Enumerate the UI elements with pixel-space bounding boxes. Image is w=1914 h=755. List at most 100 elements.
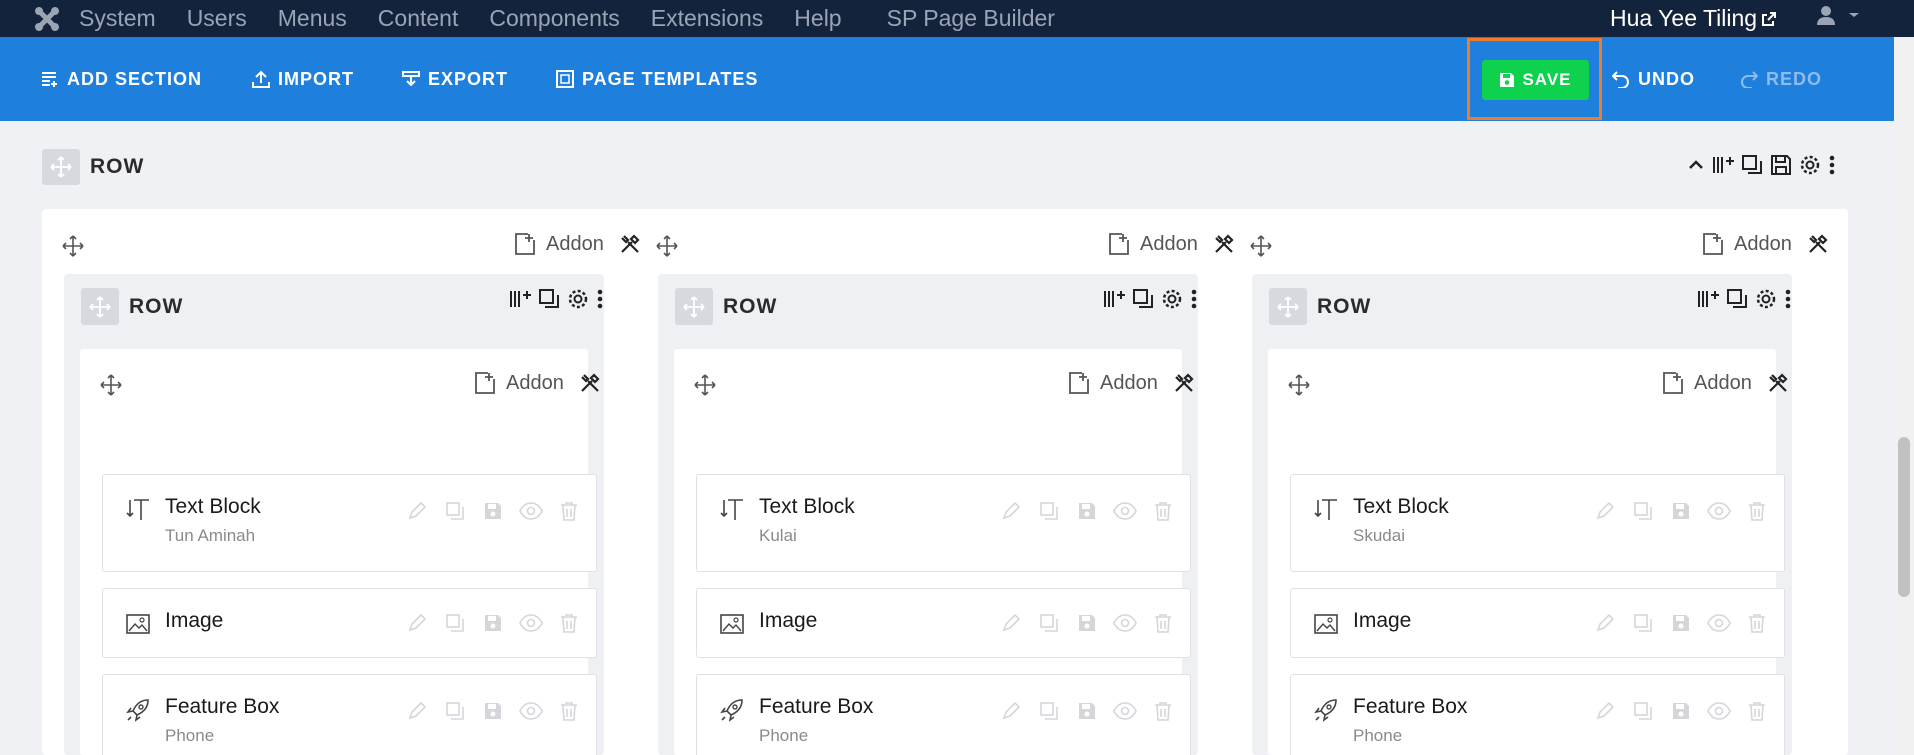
addon-item-image[interactable]: Image [102,588,597,658]
save-addon-icon[interactable] [1068,613,1106,633]
menu-menus[interactable]: Menus [278,0,347,37]
column-move-handle[interactable] [656,235,678,262]
row-settings-gear-icon[interactable] [1161,288,1183,310]
duplicate-addon-icon[interactable] [436,501,474,521]
delete-trash-icon[interactable] [1144,701,1182,721]
duplicate-row-icon[interactable] [1132,288,1154,310]
save-addon-icon[interactable] [1068,701,1106,721]
edit-pencil-icon[interactable] [1586,501,1624,521]
wrench-tools-icon[interactable] [580,373,600,393]
save-addon-icon[interactable] [1068,501,1106,521]
delete-trash-icon[interactable] [1144,613,1182,633]
addon-item-feature[interactable]: Feature Box Phone [1290,674,1785,755]
save-addon-icon[interactable] [474,701,512,721]
delete-trash-icon[interactable] [550,701,588,721]
visibility-eye-icon[interactable] [1700,613,1738,633]
edit-pencil-icon[interactable] [992,701,1030,721]
menu-help[interactable]: Help [794,0,841,37]
menu-sp-page-builder[interactable]: SP Page Builder [887,0,1055,37]
inner-column-addon-button[interactable]: Addon [474,371,600,395]
save-addon-icon[interactable] [1662,613,1700,633]
save-addon-icon[interactable] [1662,701,1700,721]
visibility-eye-icon[interactable] [512,701,550,721]
redo-button[interactable]: REDO [1740,37,1822,121]
visibility-eye-icon[interactable] [1700,501,1738,521]
addon-item-text[interactable]: Text Block Kulai [696,474,1191,572]
wrench-tools-icon[interactable] [1174,373,1194,393]
addon-item-feature[interactable]: Feature Box Phone [102,674,597,755]
save-button[interactable]: SAVE [1482,60,1589,100]
visibility-eye-icon[interactable] [1106,701,1144,721]
column-options-icon[interactable] [1697,288,1719,310]
addon-item-text[interactable]: Text Block Skudai [1290,474,1785,572]
duplicate-row-icon[interactable] [1726,288,1748,310]
column-addon-button[interactable]: Addon [514,232,640,256]
visibility-eye-icon[interactable] [1700,701,1738,721]
duplicate-addon-icon[interactable] [1030,613,1068,633]
column-move-handle[interactable] [1250,235,1272,262]
duplicate-addon-icon[interactable] [1624,613,1662,633]
duplicate-row-icon[interactable] [1741,154,1763,176]
edit-pencil-icon[interactable] [1586,613,1624,633]
addon-item-image[interactable]: Image [696,588,1191,658]
inner-row-move-handle[interactable] [1269,288,1307,325]
edit-pencil-icon[interactable] [992,501,1030,521]
delete-trash-icon[interactable] [1738,701,1776,721]
collapse-row-icon[interactable] [1687,156,1705,174]
row-settings-gear-icon[interactable] [1799,154,1821,176]
user-menu-toggle[interactable] [1815,4,1861,26]
row-more-icon[interactable] [1190,288,1198,310]
save-row-icon[interactable] [1770,154,1792,176]
duplicate-addon-icon[interactable] [1030,701,1068,721]
column-options-icon[interactable] [1712,154,1734,176]
visibility-eye-icon[interactable] [512,613,550,633]
edit-pencil-icon[interactable] [1586,701,1624,721]
save-addon-icon[interactable] [474,501,512,521]
row-more-icon[interactable] [596,288,604,310]
inner-column-addon-button[interactable]: Addon [1662,371,1788,395]
inner-column-move-handle[interactable] [694,374,716,401]
addon-item-feature[interactable]: Feature Box Phone [696,674,1191,755]
delete-trash-icon[interactable] [1144,501,1182,521]
page-scrollbar[interactable] [1894,37,1914,755]
row-move-handle[interactable] [42,149,80,185]
column-addon-button[interactable]: Addon [1108,232,1234,256]
menu-system[interactable]: System [79,0,156,37]
edit-pencil-icon[interactable] [398,701,436,721]
menu-components[interactable]: Components [489,0,619,37]
edit-pencil-icon[interactable] [398,613,436,633]
delete-trash-icon[interactable] [1738,613,1776,633]
duplicate-addon-icon[interactable] [1030,501,1068,521]
row-more-icon[interactable] [1828,154,1836,176]
addon-item-image[interactable]: Image [1290,588,1785,658]
column-addon-button[interactable]: Addon [1702,232,1828,256]
column-options-icon[interactable] [1103,288,1125,310]
page-templates-button[interactable]: PAGE TEMPLATES [556,37,758,121]
edit-pencil-icon[interactable] [992,613,1030,633]
delete-trash-icon[interactable] [1738,501,1776,521]
inner-column-move-handle[interactable] [1288,374,1310,401]
duplicate-addon-icon[interactable] [436,701,474,721]
save-addon-icon[interactable] [474,613,512,633]
duplicate-addon-icon[interactable] [436,613,474,633]
menu-users[interactable]: Users [187,0,247,37]
edit-pencil-icon[interactable] [398,501,436,521]
delete-trash-icon[interactable] [550,613,588,633]
visibility-eye-icon[interactable] [512,501,550,521]
wrench-tools-icon[interactable] [1808,234,1828,254]
duplicate-addon-icon[interactable] [1624,501,1662,521]
visibility-eye-icon[interactable] [1106,501,1144,521]
column-move-handle[interactable] [62,235,84,262]
visibility-eye-icon[interactable] [1106,613,1144,633]
import-button[interactable]: IMPORT [252,37,354,121]
site-user-link[interactable]: Hua Yee Tiling [1610,0,1777,37]
row-settings-gear-icon[interactable] [567,288,589,310]
addon-item-text[interactable]: Text Block Tun Aminah [102,474,597,572]
inner-row-move-handle[interactable] [675,288,713,325]
wrench-tools-icon[interactable] [1768,373,1788,393]
column-options-icon[interactable] [509,288,531,310]
row-settings-gear-icon[interactable] [1755,288,1777,310]
save-addon-icon[interactable] [1662,501,1700,521]
joomla-logo-icon[interactable] [33,5,61,33]
duplicate-row-icon[interactable] [538,288,560,310]
